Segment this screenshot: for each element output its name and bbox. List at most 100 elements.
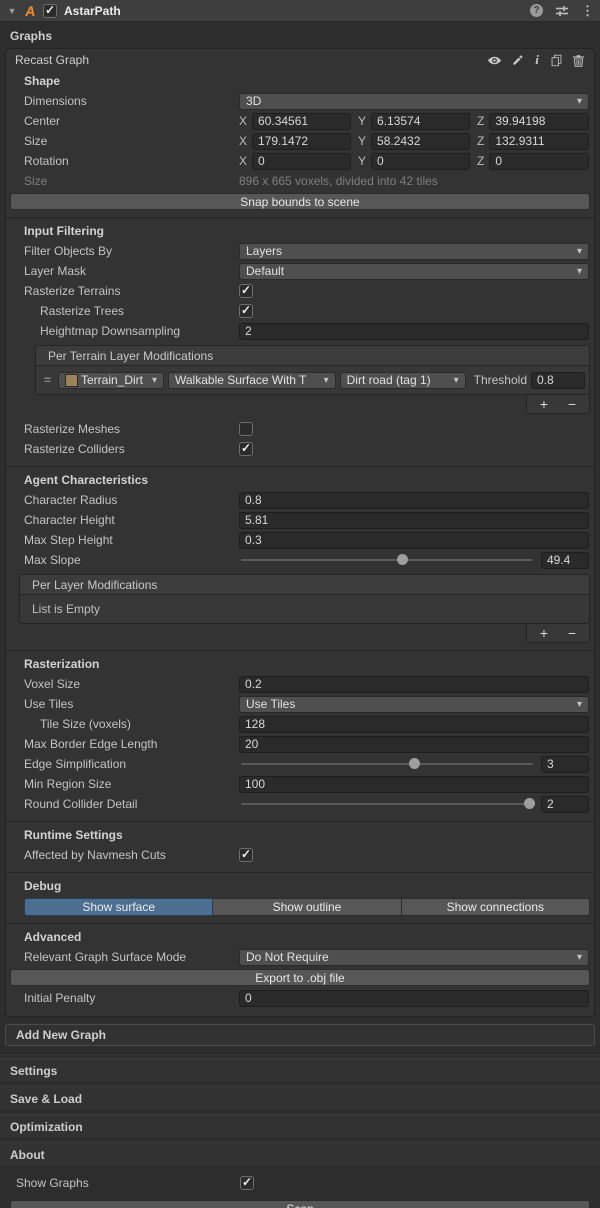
- graphs-section-label[interactable]: Graphs: [0, 22, 600, 48]
- list-empty-text: List is Empty: [24, 599, 585, 619]
- show-graphs-checkbox[interactable]: [240, 1176, 254, 1190]
- center-z-field[interactable]: 39.94198: [489, 113, 589, 130]
- dimensions-dropdown[interactable]: 3D▾: [239, 93, 589, 110]
- edit-pencil-icon[interactable]: [511, 54, 524, 67]
- delete-trash-icon[interactable]: [572, 54, 585, 67]
- edge-simplification-slider[interactable]: [239, 754, 535, 774]
- rasterize-meshes-checkbox[interactable]: [239, 422, 253, 436]
- component-title: AstarPath: [64, 4, 121, 18]
- kebab-menu-icon[interactable]: ⋮: [581, 3, 594, 19]
- dropdown-arrow-icon: ▾: [577, 96, 582, 107]
- row-max-border-edge-length: Max Border Edge Length 20: [6, 734, 594, 754]
- layer-mask-dropdown[interactable]: Default▾: [239, 263, 589, 280]
- center-x-field[interactable]: 60.34561: [252, 113, 351, 130]
- save-load-section-header[interactable]: Save & Load: [0, 1086, 600, 1111]
- per-layer-modifications-box: Per Layer Modifications List is Empty: [19, 574, 590, 624]
- row-heightmap-downsampling: Heightmap Downsampling 2: [6, 321, 594, 341]
- row-center: Center X60.34561 Y6.13574 Z39.94198: [6, 111, 594, 131]
- snap-bounds-button[interactable]: Snap bounds to scene: [10, 193, 590, 210]
- max-step-height-field[interactable]: 0.3: [239, 532, 589, 549]
- size-info-label: Size: [24, 174, 239, 188]
- component-enabled-checkbox[interactable]: [43, 4, 57, 18]
- affected-by-navmesh-cuts-checkbox[interactable]: [239, 848, 253, 862]
- row-min-region-size: Min Region Size 100: [6, 774, 594, 794]
- max-slope-slider[interactable]: [239, 550, 535, 570]
- max-slope-field[interactable]: 49.4: [541, 552, 589, 569]
- per-terrain-list-footer: + −: [526, 395, 590, 414]
- heightmap-downsampling-label: Heightmap Downsampling: [24, 324, 239, 338]
- terrain-layer-dropdown[interactable]: Terrain_Dirt ▾: [58, 372, 164, 389]
- slider-thumb[interactable]: [409, 758, 420, 769]
- size-y-field[interactable]: 58.2432: [371, 133, 470, 150]
- divider: [0, 1053, 600, 1055]
- size-z-field[interactable]: 132.9311: [489, 133, 589, 150]
- show-outline-button[interactable]: Show outline: [213, 898, 401, 916]
- per-terrain-layer-modifications-box: Per Terrain Layer Modifications = Terrai…: [35, 345, 590, 395]
- per-layer-modifications-heading: Per Layer Modifications: [20, 575, 589, 595]
- add-item-button[interactable]: +: [533, 397, 555, 411]
- threshold-field[interactable]: 0.8: [531, 372, 585, 389]
- settings-section-header[interactable]: Settings: [0, 1058, 600, 1083]
- scan-button[interactable]: Scan: [10, 1200, 590, 1208]
- axis-x-label: X: [239, 114, 247, 128]
- tile-size-field[interactable]: 128: [239, 716, 589, 733]
- character-height-field[interactable]: 5.81: [239, 512, 589, 529]
- terrain-layer-row: = Terrain_Dirt ▾ Walkable Surface With T…: [40, 370, 585, 390]
- row-size: Size X179.1472 Y58.2432 Z132.9311: [6, 131, 594, 151]
- row-round-collider-detail: Round Collider Detail 2: [6, 794, 594, 814]
- min-region-size-field[interactable]: 100: [239, 776, 589, 793]
- heightmap-downsampling-field[interactable]: 2: [239, 323, 589, 340]
- show-connections-button[interactable]: Show connections: [402, 898, 590, 916]
- info-icon[interactable]: i: [533, 52, 541, 68]
- foldout-triangle-icon[interactable]: ▼: [6, 6, 18, 16]
- rasterize-terrains-checkbox[interactable]: [239, 284, 253, 298]
- section-divider: [6, 821, 594, 822]
- round-collider-detail-field[interactable]: 2: [541, 796, 589, 813]
- duplicate-icon[interactable]: [550, 54, 563, 67]
- character-radius-field[interactable]: 0.8: [239, 492, 589, 509]
- center-y-field[interactable]: 6.13574: [371, 113, 470, 130]
- visibility-eye-icon[interactable]: [487, 53, 502, 68]
- show-surface-button[interactable]: Show surface: [24, 898, 213, 916]
- initial-penalty-field[interactable]: 0: [239, 990, 589, 1007]
- rotation-y-field[interactable]: 0: [371, 153, 470, 170]
- rasterization-heading: Rasterization: [6, 654, 594, 674]
- row-use-tiles: Use Tiles Use Tiles▾: [6, 694, 594, 714]
- axis-y-label: Y: [358, 114, 366, 128]
- edge-simplification-field[interactable]: 3: [541, 756, 589, 773]
- layer-mask-label: Layer Mask: [24, 264, 239, 278]
- size-x-field[interactable]: 179.1472: [252, 133, 351, 150]
- filter-objects-by-dropdown[interactable]: Layers▾: [239, 243, 589, 260]
- tag-dropdown[interactable]: Dirt road (tag 1) ▾: [340, 372, 466, 389]
- round-collider-detail-slider[interactable]: [239, 794, 535, 814]
- rasterize-trees-checkbox[interactable]: [239, 304, 253, 318]
- remove-item-button[interactable]: −: [561, 626, 583, 640]
- add-item-button[interactable]: +: [533, 626, 555, 640]
- relevant-graph-surface-mode-dropdown[interactable]: Do Not Require▾: [239, 949, 589, 966]
- optimization-section-header[interactable]: Optimization: [0, 1114, 600, 1139]
- rotation-x-field[interactable]: 0: [252, 153, 351, 170]
- presets-icon[interactable]: [555, 4, 569, 18]
- voxel-size-field[interactable]: 0.2: [239, 676, 589, 693]
- section-divider: [6, 217, 594, 218]
- row-edge-simplification: Edge Simplification 3: [6, 754, 594, 774]
- slider-thumb[interactable]: [397, 554, 408, 565]
- rasterize-colliders-label: Rasterize Colliders: [24, 442, 239, 456]
- rasterize-colliders-checkbox[interactable]: [239, 442, 253, 456]
- add-new-graph-button[interactable]: Add New Graph: [5, 1024, 595, 1046]
- max-border-edge-length-field[interactable]: 20: [239, 736, 589, 753]
- about-section-header[interactable]: About: [0, 1142, 600, 1167]
- runtime-settings-heading: Runtime Settings: [6, 825, 594, 845]
- surface-type-dropdown[interactable]: Walkable Surface With T ▾: [168, 372, 336, 389]
- row-affected-by-navmesh-cuts: Affected by Navmesh Cuts: [6, 845, 594, 865]
- export-obj-button[interactable]: Export to .obj file: [10, 969, 590, 986]
- remove-item-button[interactable]: −: [561, 397, 583, 411]
- recast-graph-header[interactable]: Recast Graph i: [6, 49, 594, 71]
- slider-thumb[interactable]: [524, 798, 535, 809]
- rotation-z-field[interactable]: 0: [489, 153, 589, 170]
- row-rasterize-trees: Rasterize Trees: [6, 301, 594, 321]
- use-tiles-dropdown[interactable]: Use Tiles▾: [239, 696, 589, 713]
- help-icon[interactable]: ?: [530, 4, 543, 17]
- rasterize-meshes-label: Rasterize Meshes: [24, 422, 239, 436]
- drag-handle-icon[interactable]: =: [40, 373, 54, 387]
